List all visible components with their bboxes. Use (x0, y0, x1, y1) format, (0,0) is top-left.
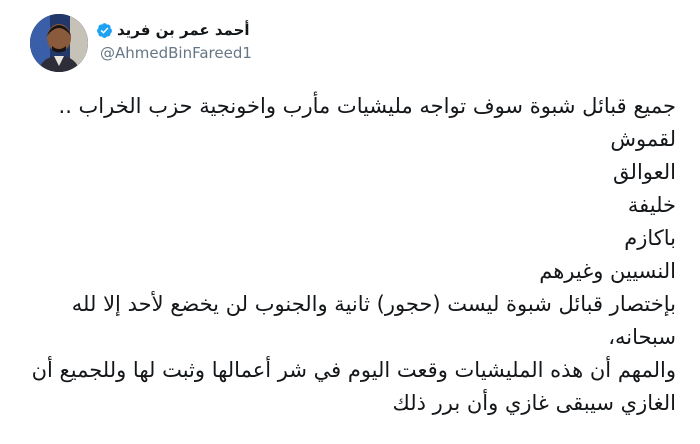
tweet-line: جميع قبائل شبوة سوف تواجه مليشيات مأرب و… (58, 94, 676, 118)
author-info: أحمد عمر بن فريد @AhmedBinFareed1 (96, 18, 296, 62)
tweet-line: خليفة (627, 193, 676, 217)
tweet-line: باكازم (624, 226, 676, 250)
tweet-header: أحمد عمر بن فريد @AhmedBinFareed1 (30, 14, 290, 80)
tweet-line: الغازي سيبقى غازي وأن برر ذلك (392, 391, 677, 415)
verified-badge-icon (97, 22, 112, 38)
avatar[interactable] (30, 14, 88, 72)
display-name[interactable]: أحمد عمر بن فريد (117, 21, 250, 39)
tweet-line: سبحانه، (608, 325, 676, 349)
tweet-line: لقموش (610, 127, 676, 151)
tweet-line: والمهم أن هذه المليشيات وقعت اليوم في شر… (31, 358, 676, 382)
name-row: أحمد عمر بن فريد (96, 18, 296, 42)
tweet-line: النسيين وغيرهم (539, 259, 676, 283)
avatar-image (30, 14, 88, 72)
tweet-card: أحمد عمر بن فريد @AhmedBinFareed1 جميع ق… (0, 0, 700, 444)
tweet-line: العوالق (613, 160, 676, 184)
tweet-text: جميع قبائل شبوة سوف تواجه مليشيات مأرب و… (16, 90, 676, 420)
tweet-line: بإختصار قبائل شبوة ليست (حجور) ثانية وال… (71, 292, 676, 316)
author-handle[interactable]: @AhmedBinFareed1 (96, 44, 296, 62)
